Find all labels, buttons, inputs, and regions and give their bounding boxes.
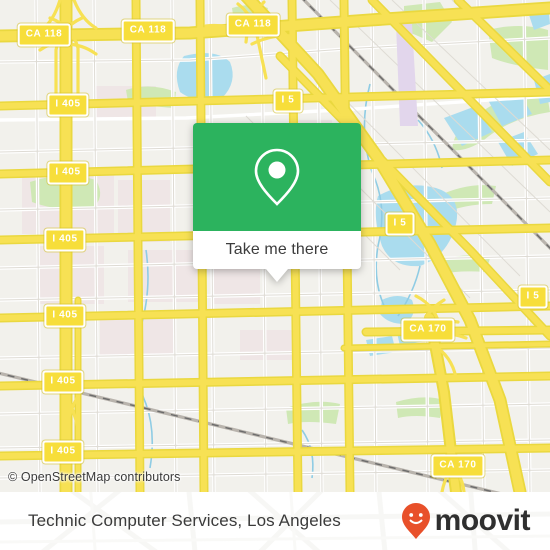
highway-shield: I 405 (47, 161, 89, 185)
highway-shield: CA 118 (17, 23, 71, 47)
highway-shield: I 405 (42, 370, 84, 394)
highway-shield: I 405 (47, 93, 89, 117)
highway-shield: I 5 (273, 89, 303, 113)
popup-cta-bar[interactable]: Take me there (193, 231, 361, 269)
moovit-smiley-pin-icon (401, 503, 430, 539)
highway-shield: I 405 (42, 440, 84, 464)
highway-shield: CA 118 (226, 13, 280, 37)
highway-shield: I 405 (44, 228, 86, 252)
moovit-logo[interactable]: moovit (401, 502, 531, 540)
map-pin-icon (254, 148, 300, 206)
location-popup-card[interactable]: Take me there (193, 123, 361, 282)
take-me-there-label: Take me there (225, 241, 329, 258)
popup-pointer-tail (266, 269, 288, 282)
place-title: Technic Computer Services, Los Angeles (28, 511, 341, 530)
highway-shield: I 5 (518, 285, 548, 309)
highway-shield: CA 170 (401, 318, 455, 342)
highway-shield: I 405 (44, 304, 86, 328)
popup-marker-area (193, 123, 361, 231)
map-screenshot: CA 118 CA 118 CA 118 I 405 I 5 I 405 I 405 I 5 I… (0, 0, 550, 550)
moovit-wordmark: moovit (434, 504, 531, 537)
footer-bar: Technic Computer Services, Los Angeles m… (0, 492, 550, 550)
osm-attribution[interactable]: © OpenStreetMap contributors (8, 470, 181, 484)
highway-shield: CA 118 (121, 19, 175, 43)
map-canvas[interactable]: CA 118 CA 118 CA 118 I 405 I 5 I 405 I 405 I 5 I… (0, 0, 550, 492)
highway-shield: I 5 (385, 212, 415, 236)
highway-shield: CA 170 (431, 454, 485, 478)
